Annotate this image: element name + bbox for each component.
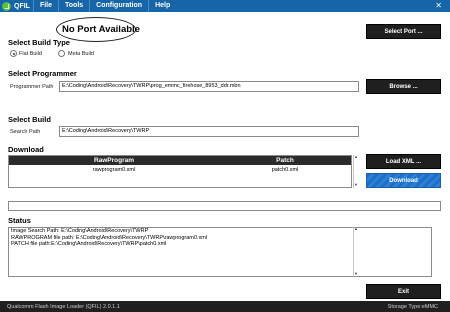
version-label: 2.0.1.1 bbox=[103, 303, 120, 310]
rawprogram-cell: rawprogram0.xml bbox=[92, 167, 136, 173]
table-row[interactable]: rawprogram0.xml patch0.xml bbox=[9, 166, 351, 175]
menu-help[interactable]: Help bbox=[148, 0, 176, 12]
browse-button[interactable]: Browse ... bbox=[366, 79, 441, 94]
flat-build-label: Flat Build bbox=[19, 51, 42, 57]
column-header-patch: Patch bbox=[276, 157, 294, 164]
select-port-button[interactable]: Select Port ... bbox=[366, 24, 441, 39]
programmer-title: Select Programmer bbox=[8, 69, 77, 78]
app-full-name: Qualcomm Flash Image Loader (QFIL) bbox=[7, 303, 102, 310]
download-title: Download bbox=[8, 145, 44, 154]
app-logo[interactable]: QFIL bbox=[0, 0, 33, 12]
qfil-logo-icon bbox=[2, 1, 11, 11]
port-status-label: No Port Available bbox=[62, 24, 140, 35]
meta-build-radio[interactable] bbox=[58, 50, 65, 57]
search-path-label: Search Path bbox=[10, 129, 41, 135]
patch-cell: patch0.xml bbox=[271, 167, 299, 173]
meta-build-label: Meta Build bbox=[68, 51, 94, 57]
status-log[interactable]: Image Search Path: E:\Coding\Android\Rec… bbox=[8, 227, 432, 277]
menu-bar: QFIL File Tools Configuration Help ✕ bbox=[0, 0, 450, 12]
close-icon[interactable]: ✕ bbox=[435, 0, 442, 12]
progress-bar bbox=[8, 201, 441, 211]
status-title: Status bbox=[8, 216, 31, 225]
build-title: Select Build bbox=[8, 115, 51, 124]
download-scrollbar[interactable]: ▲ ▼ bbox=[353, 154, 358, 188]
scroll-up-icon[interactable]: ▲ bbox=[354, 154, 358, 159]
programmer-path-field[interactable]: E:\Coding\Android\Recovery\TWRP\prog_emm… bbox=[59, 81, 359, 92]
flat-build-radio[interactable] bbox=[10, 50, 17, 57]
download-table: RawProgram Patch rawprogram0.xml patch0.… bbox=[8, 155, 352, 188]
storage-type-label: Storage Type:eMMC bbox=[387, 303, 438, 310]
status-bar: Qualcomm Flash Image Loader (QFIL) 2.0.1… bbox=[0, 301, 450, 312]
exit-button[interactable]: Exit bbox=[366, 284, 441, 299]
menu-configuration[interactable]: Configuration bbox=[89, 0, 148, 12]
programmer-path-label: Programmer Path bbox=[10, 84, 54, 90]
app-name: QFIL bbox=[14, 2, 30, 10]
download-table-header: RawProgram Patch bbox=[9, 156, 351, 165]
load-xml-button[interactable]: Load XML ... bbox=[366, 154, 441, 169]
menu-tools[interactable]: Tools bbox=[58, 0, 89, 12]
search-path-field[interactable]: E:\Coding\Android\Recovery\TWRP bbox=[59, 126, 359, 137]
status-line: PATCH file path:E:\Coding\Android\Recove… bbox=[11, 241, 167, 247]
scroll-down-icon[interactable]: ▼ bbox=[354, 182, 358, 187]
scroll-up-icon[interactable]: ▲ bbox=[354, 226, 358, 231]
status-scrollbar[interactable]: ▲ ▼ bbox=[353, 226, 358, 277]
download-button[interactable]: Download bbox=[366, 173, 441, 188]
menu-file[interactable]: File bbox=[32, 0, 58, 12]
build-type-title: Select Build Type bbox=[8, 38, 70, 47]
scroll-down-icon[interactable]: ▼ bbox=[354, 271, 358, 276]
column-header-rawprogram: RawProgram bbox=[93, 157, 135, 164]
